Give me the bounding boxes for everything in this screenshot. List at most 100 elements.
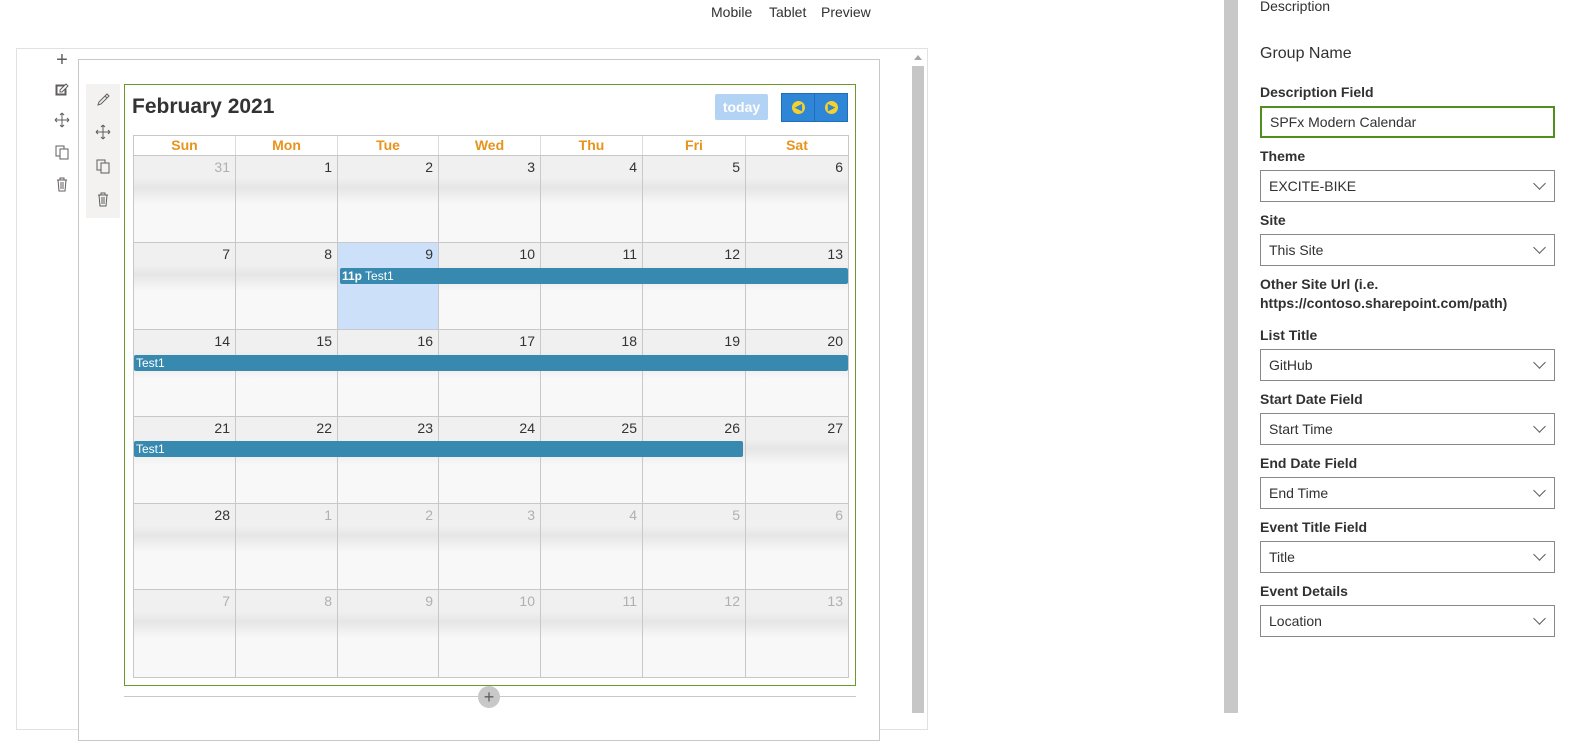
calendar-day-cell[interactable]: 11 <box>541 589 643 677</box>
calendar-day-cell[interactable]: 13 <box>746 589 848 677</box>
calendar-day-cell[interactable]: 20 <box>746 329 848 416</box>
calendar-day-cell[interactable]: 9 <box>338 242 439 329</box>
scrollbar-thumb[interactable] <box>912 66 924 713</box>
site-value: This Site <box>1269 242 1324 258</box>
calendar-day-cell[interactable]: 4 <box>541 503 643 589</box>
property-pane-divider <box>1224 0 1238 713</box>
calendar-event-week3[interactable]: Test1 <box>134 355 848 371</box>
calendar-day-cell[interactable]: 4 <box>541 155 643 242</box>
calendar-day-cell[interactable]: 23 <box>338 416 439 503</box>
calendar-day-cell[interactable]: 10 <box>439 589 541 677</box>
calendar-day-cell[interactable]: 1 <box>236 503 338 589</box>
list-title-dropdown[interactable]: GitHub <box>1260 349 1555 381</box>
calendar-day-cell[interactable]: 17 <box>439 329 541 416</box>
day-number: 18 <box>621 333 637 349</box>
move-section-icon[interactable] <box>52 112 72 132</box>
day-number: 7 <box>222 593 230 609</box>
calendar-event-week2[interactable]: 11p Test1 <box>340 268 848 284</box>
event-title: Test1 <box>136 442 165 456</box>
calendar-day-cell[interactable]: 24 <box>439 416 541 503</box>
duplicate-section-icon[interactable] <box>52 144 72 164</box>
calendar-day-cell[interactable]: 7 <box>134 589 236 677</box>
calendar-day-cell[interactable]: 12 <box>643 242 746 329</box>
calendar-day-cell[interactable]: 7 <box>134 242 236 329</box>
prev-month-button[interactable]: ◀ <box>781 93 815 122</box>
day-number: 6 <box>835 159 843 175</box>
today-button[interactable]: today <box>715 94 768 120</box>
description-field[interactable] <box>1260 106 1555 138</box>
calendar-day-cell[interactable]: 25 <box>541 416 643 503</box>
pane-description-label: Description <box>1260 0 1331 14</box>
chevron-down-icon <box>1533 177 1546 190</box>
day-number: 10 <box>519 593 535 609</box>
tablet-view-link[interactable]: Tablet <box>769 4 806 20</box>
calendar-day-cell[interactable]: 27 <box>746 416 848 503</box>
calendar-day-cell[interactable]: 15 <box>236 329 338 416</box>
day-number: 17 <box>519 333 535 349</box>
edit-webpart-icon[interactable] <box>93 92 113 112</box>
delete-webpart-icon[interactable] <box>93 191 113 211</box>
calendar-day-cell[interactable]: 28 <box>134 503 236 589</box>
calendar-day-cell[interactable]: 2 <box>338 503 439 589</box>
day-header-thu: Thu <box>541 136 643 155</box>
event-title-field-dropdown[interactable]: Title <box>1260 541 1555 573</box>
day-number: 3 <box>527 507 535 523</box>
mobile-view-link[interactable]: Mobile <box>711 4 752 20</box>
calendar-day-cell[interactable]: 22 <box>236 416 338 503</box>
list-title-value: GitHub <box>1269 357 1313 373</box>
day-number: 7 <box>222 246 230 262</box>
calendar-day-cell[interactable]: 10 <box>439 242 541 329</box>
event-details-dropdown[interactable]: Location <box>1260 605 1555 637</box>
calendar-day-cell[interactable]: 8 <box>236 242 338 329</box>
edit-section-icon[interactable] <box>52 82 72 102</box>
start-date-field-value: Start Time <box>1269 421 1333 437</box>
calendar-day-cell[interactable]: 21 <box>134 416 236 503</box>
description-field-label: Description Field <box>1260 84 1374 100</box>
theme-dropdown[interactable]: EXCITE-BIKE <box>1260 170 1555 202</box>
day-number: 1 <box>324 507 332 523</box>
calendar-day-cell[interactable]: 8 <box>236 589 338 677</box>
calendar-day-cell[interactable]: 18 <box>541 329 643 416</box>
end-date-field-dropdown[interactable]: End Time <box>1260 477 1555 509</box>
calendar-day-cell[interactable]: 3 <box>439 503 541 589</box>
day-number: 4 <box>629 159 637 175</box>
calendar-day-cell[interactable]: 6 <box>746 503 848 589</box>
day-number: 15 <box>316 333 332 349</box>
calendar-day-cell[interactable]: 11 <box>541 242 643 329</box>
calendar-event-week4[interactable]: Test1 <box>134 441 743 457</box>
calendar-day-cell[interactable]: 14 <box>134 329 236 416</box>
preview-link[interactable]: Preview <box>821 4 871 20</box>
add-webpart-button[interactable]: + <box>478 686 500 708</box>
start-date-field-dropdown[interactable]: Start Time <box>1260 413 1555 445</box>
day-number: 22 <box>316 420 332 436</box>
calendar-day-cell[interactable]: 19 <box>643 329 746 416</box>
end-date-field-value: End Time <box>1269 485 1329 501</box>
add-section-icon[interactable]: + <box>52 50 72 70</box>
calendar-day-cell[interactable]: 16 <box>338 329 439 416</box>
calendar-day-cell[interactable]: 5 <box>643 503 746 589</box>
calendar-day-cell[interactable]: 9 <box>338 589 439 677</box>
calendar-day-cell[interactable]: 3 <box>439 155 541 242</box>
day-number: 9 <box>425 593 433 609</box>
calendar-day-cell[interactable]: 5 <box>643 155 746 242</box>
day-number: 5 <box>732 507 740 523</box>
day-header-mon: Mon <box>236 136 338 155</box>
chevron-down-icon <box>1533 420 1546 433</box>
calendar-day-cell[interactable]: 1 <box>236 155 338 242</box>
day-number: 27 <box>827 420 843 436</box>
calendar-day-cell[interactable]: 2 <box>338 155 439 242</box>
calendar-day-cell[interactable]: 13 <box>746 242 848 329</box>
calendar-day-cell[interactable]: 26 <box>643 416 746 503</box>
chevron-down-icon <box>1533 356 1546 369</box>
next-month-button[interactable]: ▶ <box>814 93 848 122</box>
duplicate-webpart-icon[interactable] <box>93 158 113 178</box>
delete-section-icon[interactable] <box>52 176 72 196</box>
description-field-input[interactable] <box>1262 108 1550 136</box>
day-number: 28 <box>214 507 230 523</box>
calendar-day-cell[interactable]: 12 <box>643 589 746 677</box>
scroll-up-arrow[interactable] <box>912 52 924 64</box>
calendar-day-cell[interactable]: 6 <box>746 155 848 242</box>
calendar-day-cell[interactable]: 31 <box>134 155 236 242</box>
site-dropdown[interactable]: This Site <box>1260 234 1555 266</box>
move-webpart-icon[interactable] <box>93 124 113 144</box>
